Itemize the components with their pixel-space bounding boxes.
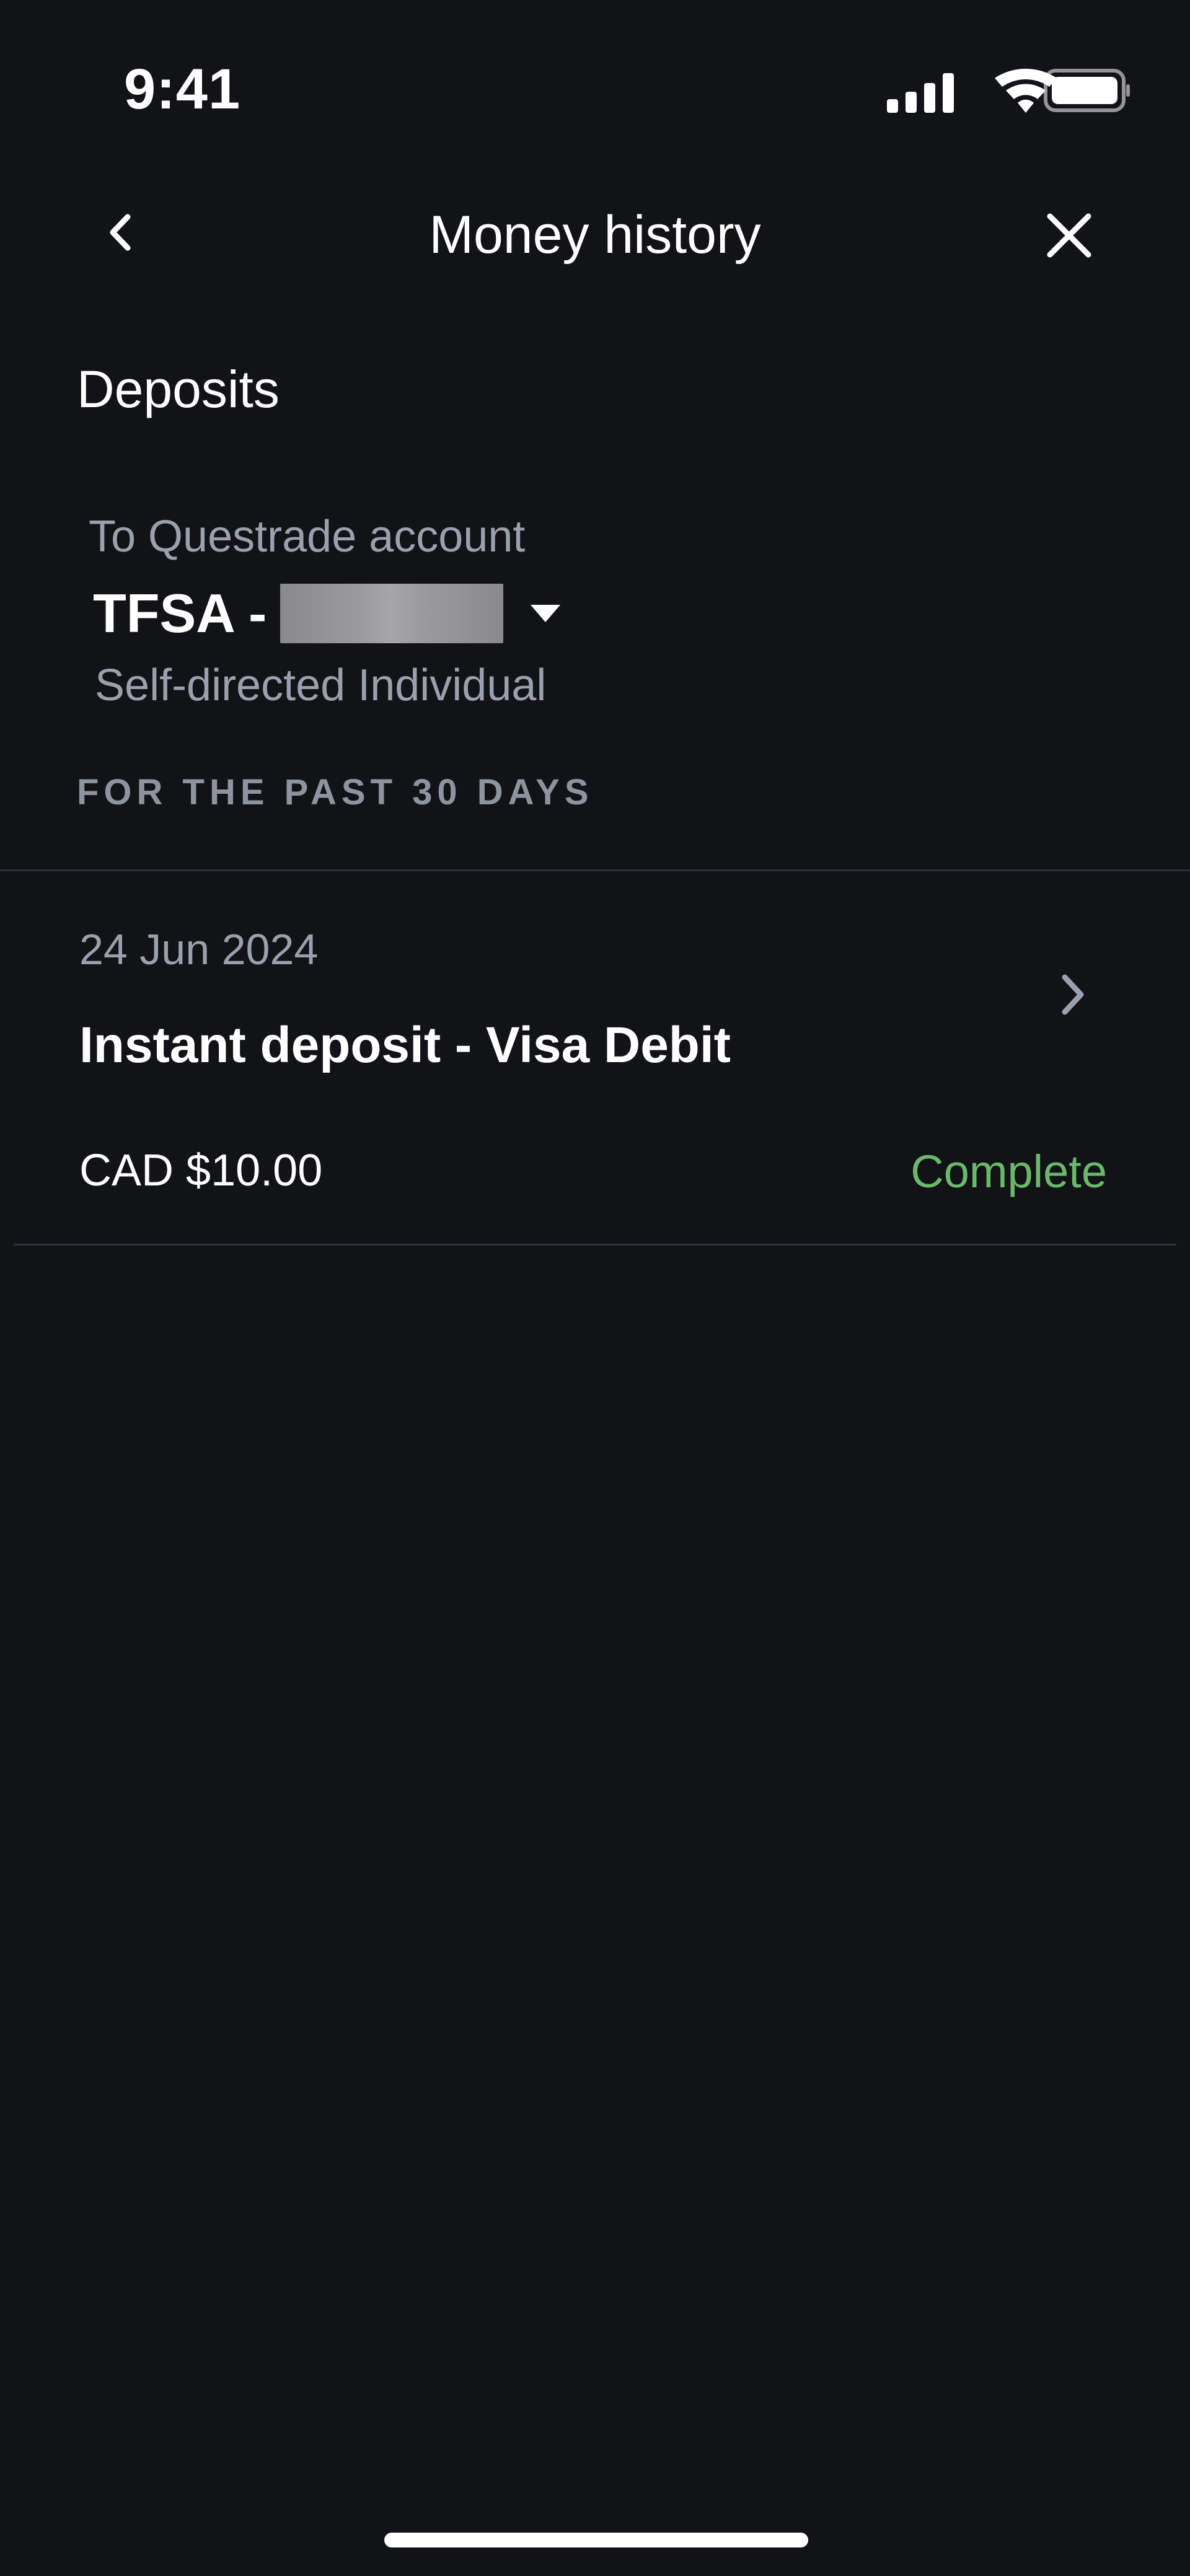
account-name: TFSA - (93, 582, 267, 644)
home-indicator[interactable] (384, 2533, 808, 2547)
battery-icon (1044, 69, 1130, 112)
account-number-redacted (280, 584, 504, 643)
page-title: Money history (429, 205, 761, 265)
cellular-signal-icon (887, 73, 954, 113)
chevron-right-icon (1062, 974, 1084, 1015)
divider (14, 1244, 1176, 1246)
transaction-description: Instant deposit - Visa Debit (79, 1017, 731, 1073)
divider (0, 869, 1190, 871)
section-title: Deposits (77, 360, 280, 418)
account-selector[interactable]: TFSA - (93, 579, 563, 648)
transaction-date: 24 Jun 2024 (79, 925, 319, 974)
transaction-status: Complete (910, 1146, 1107, 1197)
close-icon (1047, 213, 1091, 258)
period-label: FOR THE PAST 30 DAYS (77, 772, 594, 812)
close-button[interactable] (1041, 208, 1097, 263)
status-bar-icons (887, 69, 1130, 113)
caret-down-icon (531, 605, 561, 622)
status-bar-time: 9:41 (124, 58, 241, 121)
account-label: To Questrade account (89, 512, 526, 561)
transaction-amount: CAD $10.00 (79, 1146, 323, 1195)
account-type: Self-directed Individual (95, 661, 547, 710)
